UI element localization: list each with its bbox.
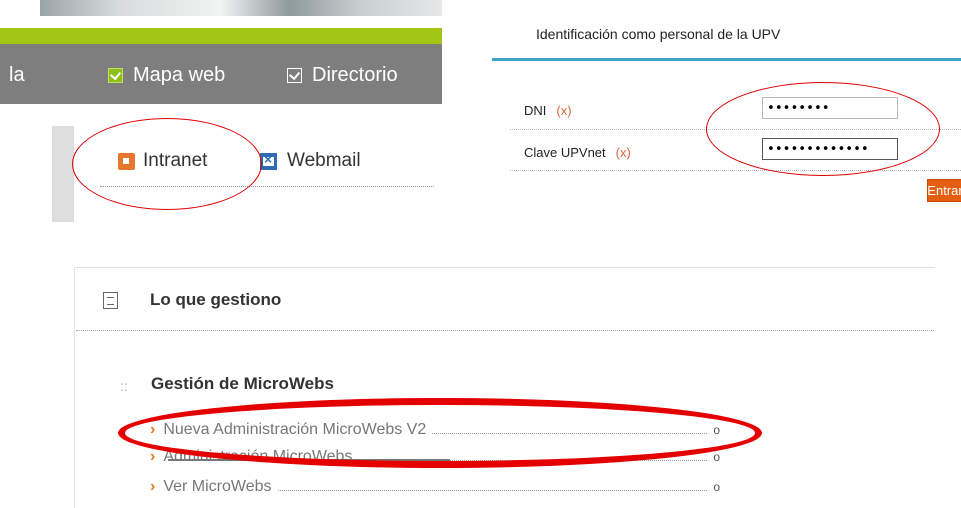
group-bullet: :: (120, 378, 128, 394)
nav-link-label: Directorio (312, 64, 398, 86)
group-title: Gestión de MicroWebs (151, 374, 334, 393)
annotation-ellipse-nueva-administracion (118, 398, 762, 468)
bullet-icon: o (713, 480, 720, 494)
login-title: Identificación como personal de la UPV (536, 26, 781, 42)
webmail-link[interactable]: Webmail (260, 150, 361, 172)
chevron-right-icon: › (150, 448, 156, 465)
checkbox-icon (287, 68, 302, 83)
quick-links-side-bar (52, 126, 74, 222)
nav-link-mapa-web[interactable]: Mapa web (108, 64, 225, 87)
document-icon (103, 292, 118, 309)
checkbox-icon (108, 68, 123, 83)
annotation-ellipse-credentials (706, 82, 940, 176)
dni-label: DNI (x) (524, 103, 572, 118)
entrar-button[interactable]: Entrar (927, 179, 961, 202)
divider (76, 330, 934, 331)
login-title-rule (492, 58, 961, 61)
mail-icon (260, 151, 277, 170)
annotation-ellipse-intranet (72, 118, 262, 210)
bullet-icon: o (713, 450, 720, 464)
chevron-right-icon: › (150, 478, 156, 495)
divider (510, 170, 961, 171)
webmail-label: Webmail (287, 150, 361, 171)
header-nav-cut-label: la (9, 64, 25, 86)
dotted-leader (277, 478, 708, 491)
header-banner-image (40, 0, 442, 16)
required-marker: (x) (615, 145, 631, 160)
header-green-bar (0, 28, 442, 44)
nav-link-directorio[interactable]: Directorio (287, 64, 398, 87)
panel-title: Lo que gestiono (150, 290, 282, 309)
clave-label: Clave UPVnet (x) (524, 145, 631, 160)
required-marker: (x) (556, 103, 572, 118)
nav-link-label: Mapa web (133, 64, 226, 86)
list-item-label: Ver MicroWebs (163, 478, 272, 495)
list-item-ver-microwebs[interactable]: › Ver MicroWebs o (150, 478, 720, 496)
